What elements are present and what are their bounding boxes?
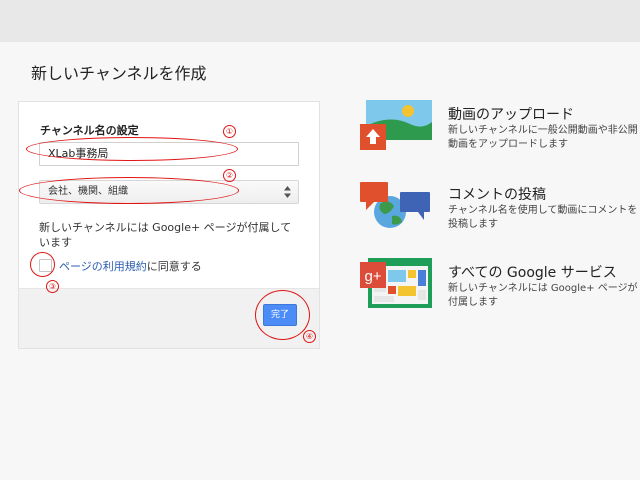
channel-name-label: チャンネル名の設定 [40,124,139,137]
feature-comment-desc: チャンネル名を使用して動画にコメントを投稿します [448,205,638,230]
annotation-number-1: ① [223,125,236,138]
annotation-number-2: ② [223,169,236,182]
feature-comment-title: コメントの投稿 [448,187,546,203]
terms-link[interactable]: ページの利用規約 [59,260,147,273]
feature-upload-title: 動画のアップロード [448,107,574,123]
select-arrows-icon [284,186,291,198]
category-select[interactable]: 会社、機関、組織 [39,180,299,204]
annotation-number-4: ④ [303,330,316,343]
annotation-number-3: ③ [46,280,59,293]
google-plus-services-icon: g+ [360,258,432,308]
feature-upload-desc: 新しいチャンネルに一般公開動画や非公開動画をアップロードします [448,125,638,150]
google-plus-info-text: 新しいチャンネルには Google+ ページが付属しています [39,221,292,249]
done-button[interactable]: 完了 [263,304,297,326]
page: 新しいチャンネルを作成 チャンネル名の設定 XLab事務局 会社、機関、組織 新… [0,0,640,480]
comment-globe-icon [360,182,430,228]
svg-text:g+: g+ [364,268,381,285]
terms-checkbox[interactable] [39,259,52,272]
channel-name-input[interactable]: XLab事務局 [39,142,299,166]
terms-agree-suffix: に同意する [146,260,202,273]
terms-agree-row: ページの利用規約に同意する [59,258,202,274]
page-title: 新しいチャンネルを作成 [31,64,207,83]
feature-google-services-desc: 新しいチャンネルには Google+ ページが付属します [448,283,638,308]
feature-google-services-title: すべての Google サービス [448,265,617,281]
upload-picture-icon [360,100,432,150]
top-bar [0,0,640,42]
create-channel-card: チャンネル名の設定 XLab事務局 会社、機関、組織 新しいチャンネルには Go… [18,101,320,349]
category-select-value: 会社、機関、組織 [48,186,128,197]
